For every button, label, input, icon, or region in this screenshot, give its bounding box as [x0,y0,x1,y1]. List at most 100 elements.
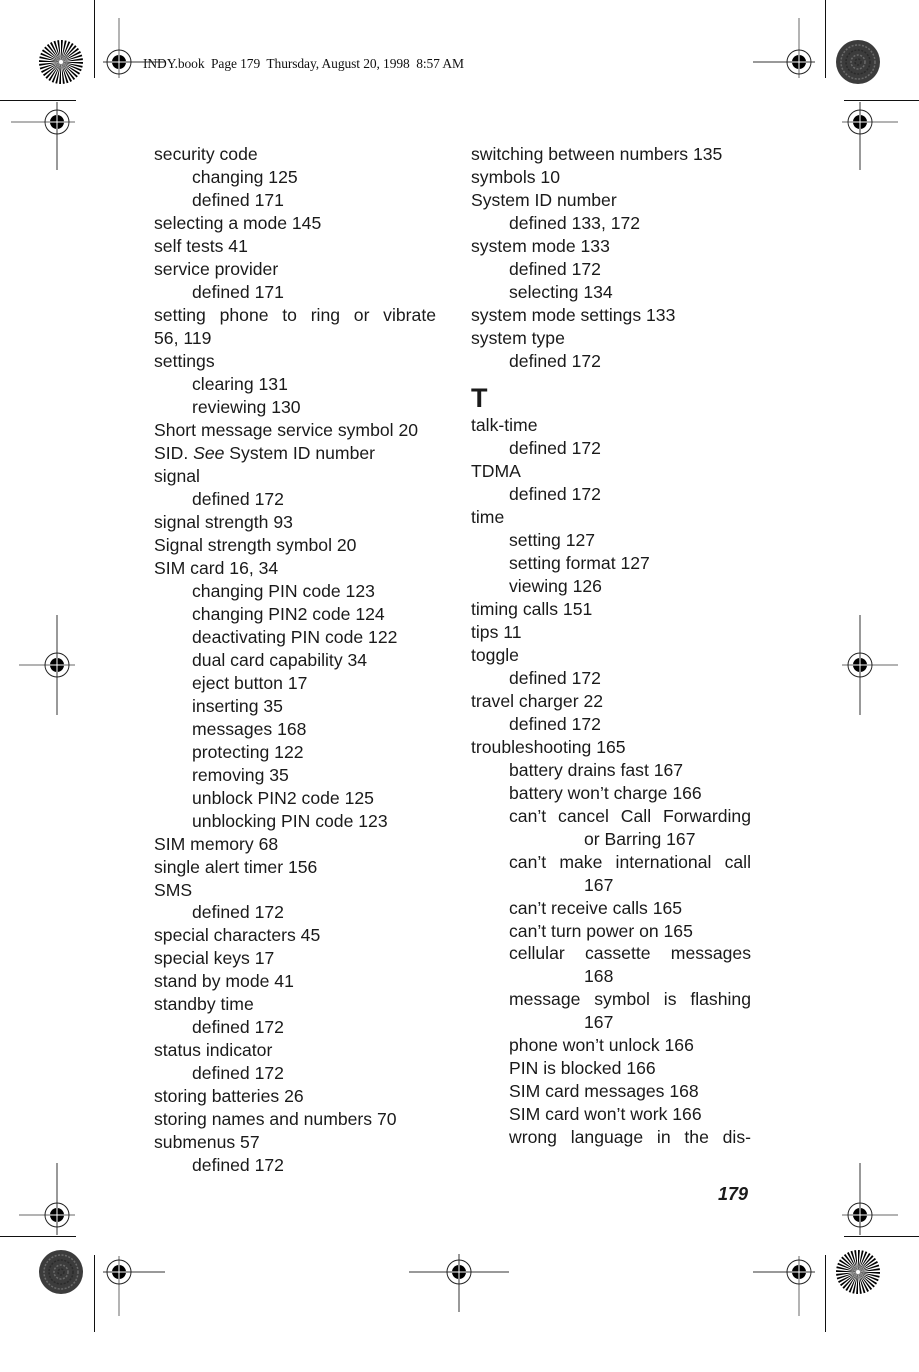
index-entry: time [471,506,751,529]
entry-text: SIM card won’t work 166 [509,1104,702,1125]
entry-text: inserting 35 [192,695,283,716]
entry-text: defined 172 [509,350,601,371]
entry-text: wrong language in the dis- [509,1127,751,1148]
entry-text: SIM memory 68 [154,833,279,854]
entry-text: unblock PIN2 code 125 [192,787,374,808]
entry-text: toggle [471,644,519,665]
entry-text: 168 [584,966,614,987]
index-entry: toggle [471,644,751,667]
entry-text: unblocking PIN code 123 [192,810,388,831]
index-subentry: can’t cancel Call Forwarding [471,805,751,828]
entry-text: defined 172 [192,1063,284,1084]
index-subentry: PIN is blocked 166 [471,1057,751,1080]
entry-text: selecting a mode 145 [154,212,322,233]
index-subentry: phone won’t unlock 166 [471,1034,751,1057]
index-subentry: reviewing 130 [154,396,436,419]
entry-text: clearing 131 [192,373,288,394]
index-subentry: defined 172 [471,437,751,460]
index-entry: stand by mode 41 [154,970,436,993]
index-subentry: defined 172 [471,713,751,736]
entry-text: troubleshooting 165 [471,736,626,757]
entry-text: phone won’t unlock 166 [509,1035,694,1056]
index-entry: signal [154,465,436,488]
index-entry: Signal strength symbol 20 [154,534,436,557]
index-subentry: selecting 134 [471,281,751,304]
section-heading: T [471,382,488,413]
entry-text: battery won’t charge 166 [509,782,702,803]
index-subentry-continuation: 167 [471,874,751,897]
entry-text: switching between numbers 135 [471,144,723,164]
entry-text: storing batteries 26 [154,1086,304,1107]
entry-text: special characters 45 [154,925,321,946]
entry-text: talk-time [471,414,538,435]
entry-text: cellular cassette messages [509,943,751,964]
index-entry: setting phone to ring or vibrate [154,304,436,327]
entry-text: defined 172 [192,1017,284,1038]
index-subentry: can’t receive calls 165 [471,897,751,920]
registration-crosshair-icon [409,1254,509,1312]
entry-text: defined 171 [192,281,284,302]
index-entry: storing batteries 26 [154,1085,436,1108]
index-subentry: clearing 131 [154,373,436,396]
entry-text: timing calls 151 [471,598,593,619]
index-subentry: defined 171 [154,189,436,212]
entry-text: setting phone to ring or vibrate [154,304,436,325]
index-entry: service provider [154,258,436,281]
index-subentry: defined 172 [154,488,436,511]
index-column-right: switching between numbers 135 symbols 10 S… [471,143,751,1149]
entry-text: Signal strength symbol 20 [154,534,357,555]
index-subentry: battery drains fast 167 [471,759,751,782]
entry-text: defined 171 [192,189,284,210]
entry-text: can’t make international call [509,851,751,872]
entry-text: setting 127 [509,529,596,550]
entry-text: 167 [584,1012,614,1033]
index-subentry: can’t turn power on 165 [471,920,751,943]
index-entry: self tests 41 [154,235,436,258]
index-subentry: messages 168 [154,718,436,741]
entry-text: selecting 134 [509,281,613,302]
entry-text: protecting 122 [192,741,304,762]
index-subentry: defined 172 [154,901,436,924]
index-entry: troubleshooting 165 [471,736,751,759]
index-subentry: changing 125 [154,166,436,189]
entry-text: System ID number [471,189,617,210]
index-subentry: changing PIN2 code 124 [154,603,436,626]
index-entry: travel charger 22 [471,690,751,713]
entry-text: changing PIN code 123 [192,580,375,601]
index-entry: System ID number [471,189,751,212]
index-entry: settings [154,350,436,373]
entry-text: defined 133, 172 [509,212,641,233]
index-subentry: unblocking PIN code 123 [154,810,436,833]
entry-text: signal [154,465,200,486]
index-column-left: security code changing 125 defined 171 sele… [154,143,436,1177]
index-subentry: SIM card messages 168 [471,1080,751,1103]
entry-text: single alert timer 156 [154,856,318,877]
index-subentry: defined 172 [154,1016,436,1039]
index-entry: storing names and numbers 70 [154,1108,436,1131]
entry-text: defined 172 [192,902,284,923]
entry-text: status indicator [154,1040,273,1061]
index-subentry: defined 133, 172 [471,212,751,235]
index-entry: SMS [154,879,436,902]
index-subentry: SIM card won’t work 166 [471,1103,751,1126]
entry-text: viewing 126 [509,575,602,596]
entry-text: stand by mode 41 [154,971,294,992]
index-entry: SIM card 16, 34 [154,557,436,580]
index-entry: tips 11 [471,621,751,644]
entry-text: service provider [154,258,279,279]
index-entry: system mode settings 133 [471,304,751,327]
index-entry: symbols 10 [471,166,751,189]
see-target: System ID number [224,442,375,463]
index-subentry: changing PIN code 123 [154,580,436,603]
index-subentry: defined 172 [471,258,751,281]
entry-text: SMS [154,879,193,900]
index-subentry: defined 171 [154,281,436,304]
entry-text: defined 172 [509,437,601,458]
index-subentry-continuation: 167 [471,1011,751,1034]
entry-text: submenus 57 [154,1132,260,1153]
entry-text: or Barring 167 [584,828,696,849]
entry-text: settings [154,350,215,371]
registration-crosshair-icon [11,102,75,170]
entry-text: 167 [584,874,614,895]
entry-text: tips 11 [471,621,522,642]
